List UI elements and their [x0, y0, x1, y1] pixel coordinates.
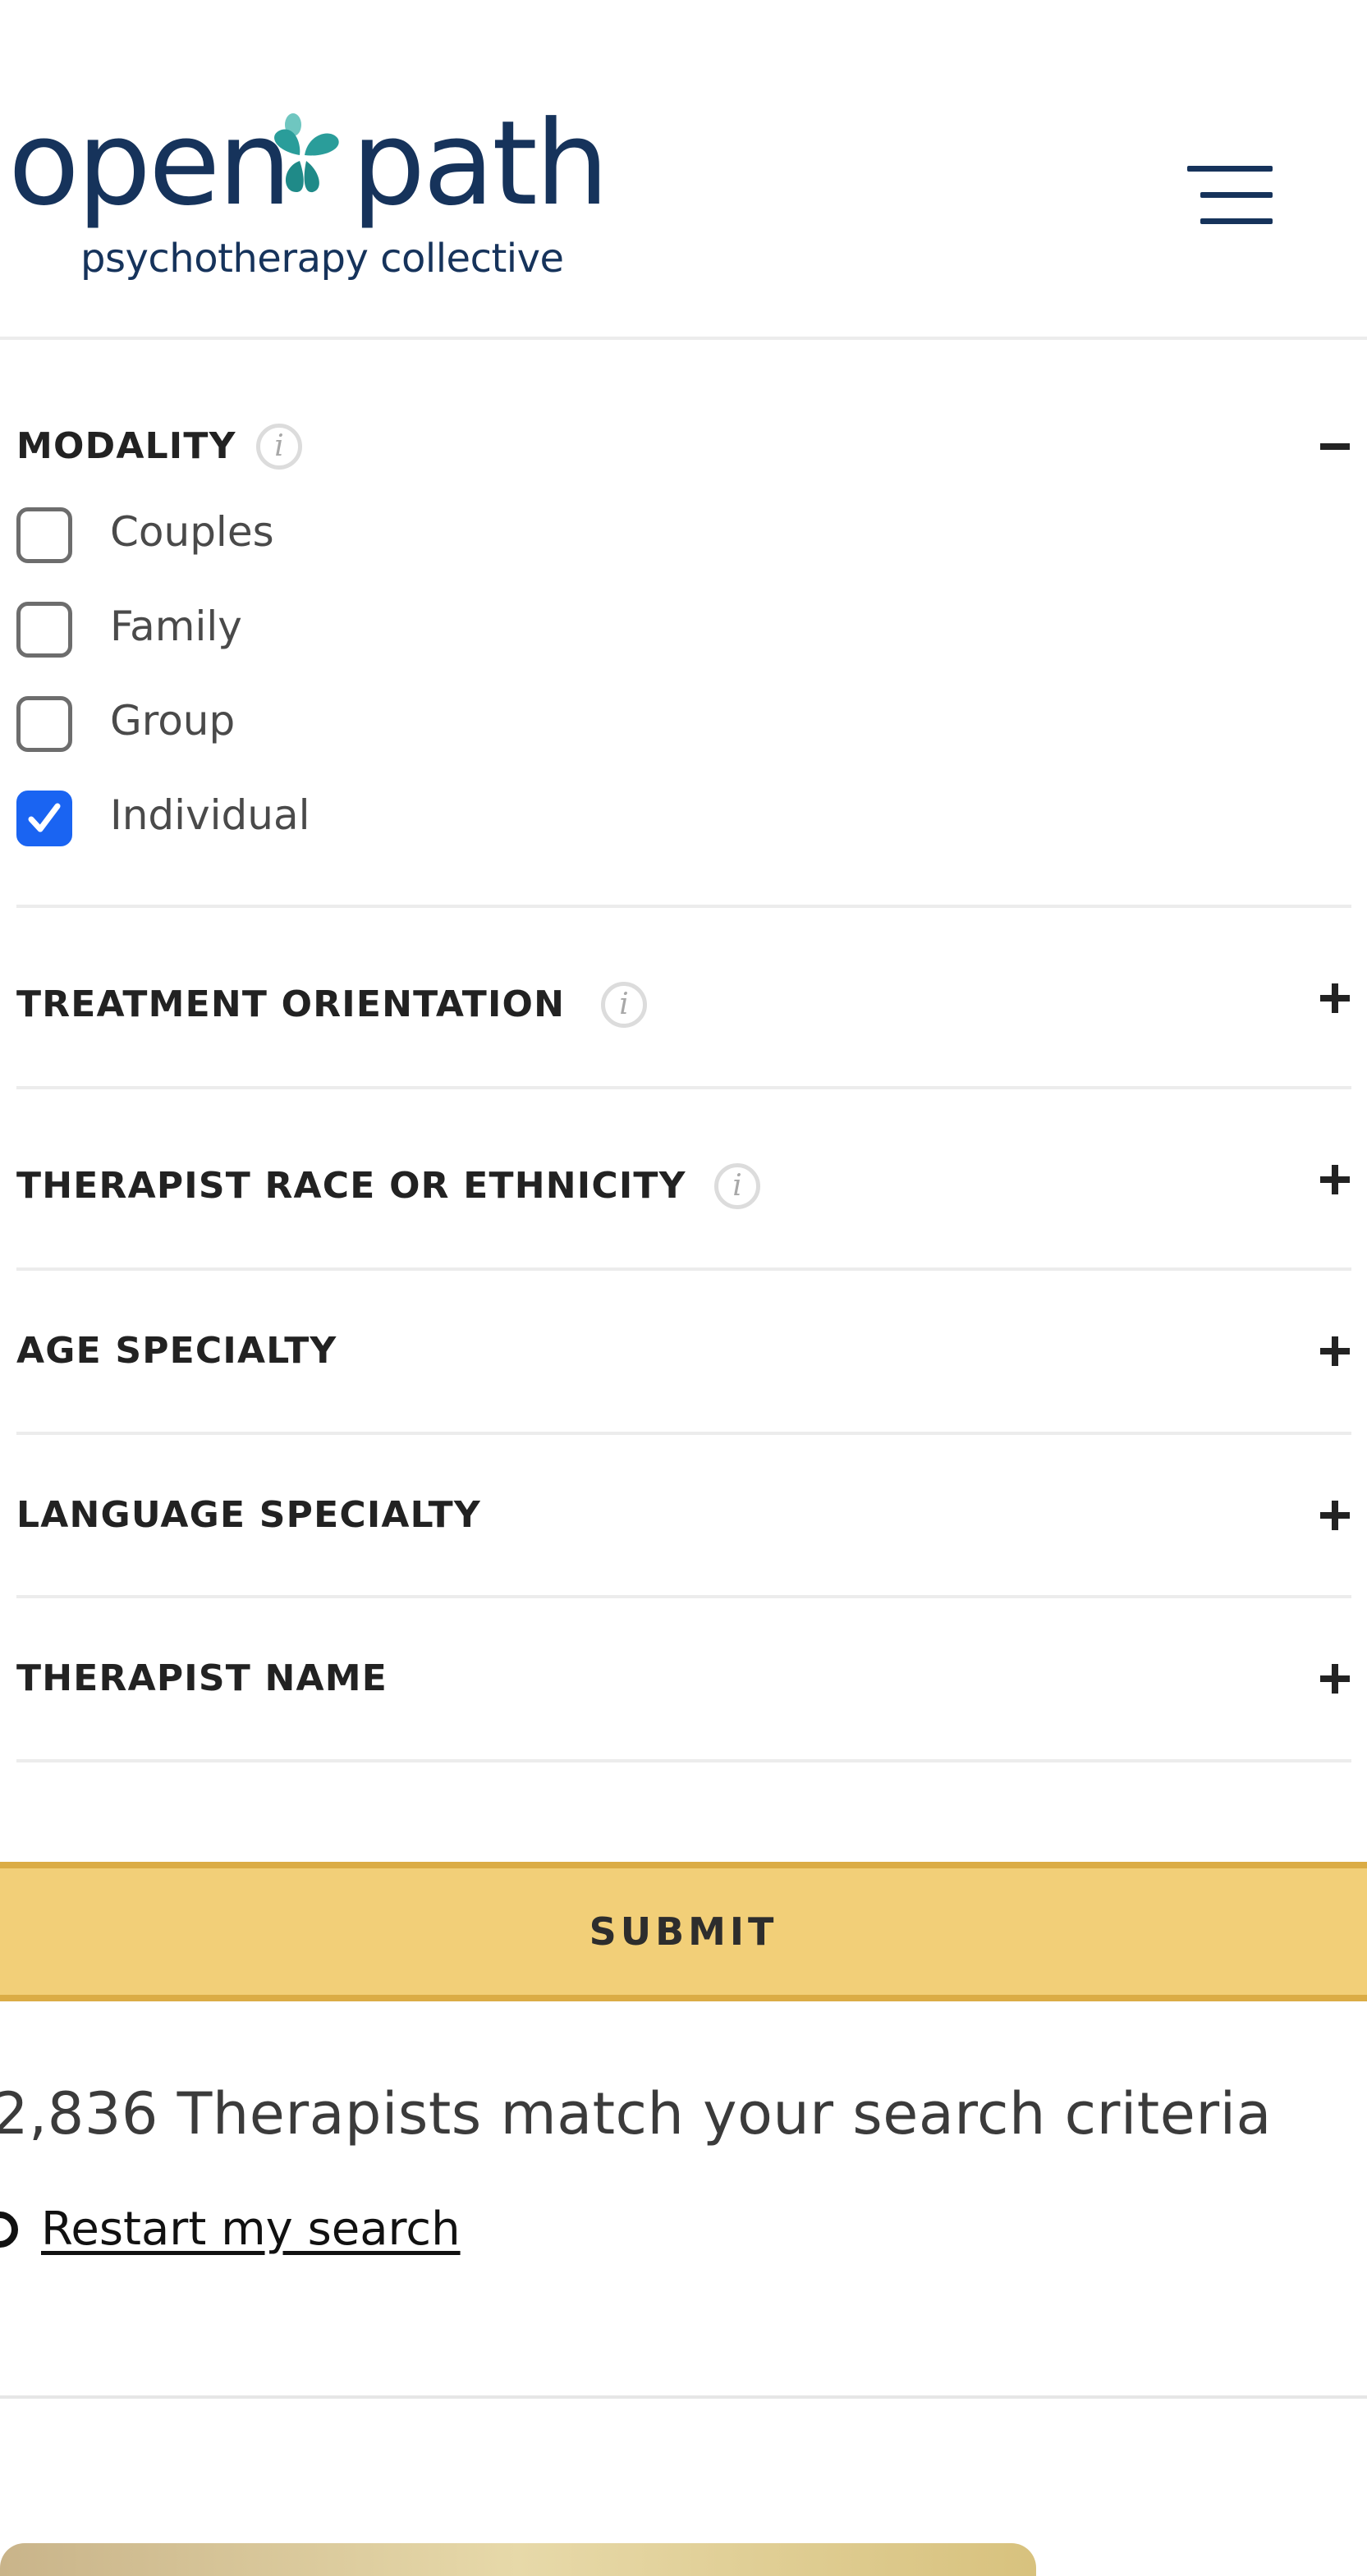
- checkbox-family[interactable]: [16, 602, 72, 658]
- expand-plus-icon[interactable]: [1319, 1662, 1351, 1695]
- modality-option-group[interactable]: Group: [16, 688, 509, 754]
- option-label: Individual: [110, 791, 310, 839]
- expand-plus-icon[interactable]: [1319, 982, 1351, 1015]
- therapist-race-header[interactable]: THERAPIST RACE OR ETHNICITY i: [16, 1153, 1351, 1219]
- results-count: 2,836 Therapists match your search crite…: [0, 2080, 1272, 2147]
- modality-title: MODALITY: [16, 425, 236, 467]
- expand-plus-icon[interactable]: [1319, 1335, 1351, 1368]
- expand-plus-icon[interactable]: [1319, 1163, 1351, 1196]
- submit-button[interactable]: SUBMIT: [0, 1862, 1367, 2001]
- therapist-race-title: THERAPIST RACE OR ETHNICITY: [16, 1165, 686, 1207]
- treatment-orientation-filter: TREATMENT ORIENTATION i: [16, 908, 1351, 1089]
- menu-line: [1200, 218, 1273, 224]
- modality-header[interactable]: MODALITY i: [16, 414, 1351, 479]
- info-icon[interactable]: i: [601, 982, 647, 1028]
- language-specialty-header[interactable]: LANGUAGE SPECIALTY: [16, 1483, 1351, 1548]
- butterfly-logo-icon: [274, 113, 339, 193]
- age-specialty-title: AGE SPECIALTY: [16, 1330, 337, 1372]
- divider: [0, 2395, 1367, 2399]
- modality-filter: MODALITY i Couples Family Group Individu…: [16, 340, 1351, 908]
- collapse-minus-icon[interactable]: [1319, 430, 1351, 463]
- checkbox-couples[interactable]: [16, 507, 72, 563]
- logo-tagline: psychotherapy collective: [80, 236, 564, 282]
- hamburger-menu-icon[interactable]: [1182, 161, 1278, 230]
- logo-word-path: path: [351, 96, 609, 231]
- featured-image: [0, 2543, 1036, 2576]
- expand-plus-icon[interactable]: [1319, 1499, 1351, 1532]
- treatment-orientation-title: TREATMENT ORIENTATION: [16, 983, 566, 1025]
- logo-word-open: open: [8, 96, 291, 231]
- site-header: open path psychotherapy collective: [0, 0, 1367, 340]
- therapist-name-title: THERAPIST NAME: [16, 1657, 388, 1699]
- option-label: Family: [110, 603, 242, 650]
- info-icon[interactable]: i: [714, 1163, 760, 1209]
- menu-line: [1187, 166, 1273, 172]
- option-label: Group: [110, 697, 236, 745]
- checkbox-group[interactable]: [16, 696, 72, 752]
- treatment-orientation-header[interactable]: TREATMENT ORIENTATION i: [16, 972, 1351, 1038]
- menu-line: [1200, 192, 1273, 198]
- open-path-logo[interactable]: open path psychotherapy collective: [8, 96, 609, 287]
- language-specialty-filter: LANGUAGE SPECIALTY: [16, 1435, 1351, 1598]
- therapist-name-filter: THERAPIST NAME: [16, 1598, 1351, 1762]
- restart-icon[interactable]: [0, 2212, 18, 2248]
- language-specialty-title: LANGUAGE SPECIALTY: [16, 1494, 481, 1536]
- restart-search-link[interactable]: Restart my search: [41, 2197, 461, 2262]
- modality-option-family[interactable]: Family: [16, 594, 509, 659]
- age-specialty-header[interactable]: AGE SPECIALTY: [16, 1318, 1351, 1384]
- age-specialty-filter: AGE SPECIALTY: [16, 1271, 1351, 1435]
- option-label: Couples: [110, 508, 274, 556]
- checkbox-individual-checked[interactable]: [16, 791, 72, 846]
- therapist-race-filter: THERAPIST RACE OR ETHNICITY i: [16, 1089, 1351, 1271]
- modality-option-individual[interactable]: Individual: [16, 782, 509, 848]
- submit-label: SUBMIT: [589, 1909, 778, 1954]
- info-icon[interactable]: i: [256, 424, 302, 470]
- checkmark-icon: [28, 803, 61, 832]
- modality-option-couples[interactable]: Couples: [16, 499, 509, 565]
- therapist-name-header[interactable]: THERAPIST NAME: [16, 1646, 1351, 1712]
